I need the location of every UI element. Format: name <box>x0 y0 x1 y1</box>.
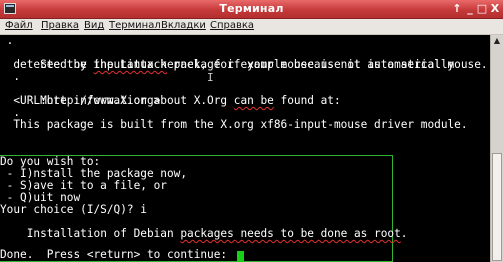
menu-help[interactable]: Справка <box>210 20 254 31</box>
maximize-button[interactable]: □ <box>476 2 488 15</box>
close-button[interactable]: X <box>489 2 501 15</box>
terminal-prompt-line: Done. Press <return> to continue: <box>0 248 234 261</box>
text-cursor <box>237 251 244 262</box>
menu-bar: Файл Правка Вид Терминал Вкладки Справка <box>0 19 503 35</box>
minimize-button[interactable]: _ <box>464 2 476 15</box>
menu-terminal[interactable]: Терминал <box>109 20 161 31</box>
terminal-line-text-15b: . <box>400 227 408 240</box>
menu-view[interactable]: Вид <box>84 20 104 31</box>
vertical-scrollbar[interactable]: ▲ <box>490 35 503 262</box>
terminal-line: detected by the Linux kernel, for exampl… <box>0 58 488 71</box>
terminal-line: Your choice (I/S/Q)? i <box>0 203 147 216</box>
scroll-up-arrow-icon[interactable]: ▲ <box>491 36 503 46</box>
terminal-line: <URL:http://www.X.org> <box>0 94 161 107</box>
menu-edit[interactable]: Правка <box>41 20 79 31</box>
terminal-line: . <box>0 70 21 83</box>
scroll-thumb[interactable] <box>492 153 502 261</box>
terminal-line-text-4b: found at: <box>273 94 341 107</box>
spellcheck-word: can be <box>233 94 274 107</box>
terminal-output[interactable]: . See the inputattach package if your mo… <box>0 35 490 262</box>
terminal-line: This package is built from the X.org xf8… <box>0 118 468 131</box>
window-title: Терминал <box>219 2 284 15</box>
terminal-line: . <box>0 34 14 47</box>
window-menu-icon[interactable]: ↑ <box>451 2 463 15</box>
menu-file[interactable]: Файл <box>5 20 33 31</box>
terminal-line-text-15a: Installation of Debian <box>26 227 181 240</box>
ibeam-cursor-icon: I <box>207 71 214 84</box>
terminal-line: Installation of Debian packages needs to… <box>0 216 408 252</box>
spellcheck-phrase: packages needs to be done as root <box>180 227 401 240</box>
title-bar[interactable]: Терминал ↑ _ □ X <box>0 0 503 19</box>
menu-tabs[interactable]: Вкладки <box>161 20 206 31</box>
